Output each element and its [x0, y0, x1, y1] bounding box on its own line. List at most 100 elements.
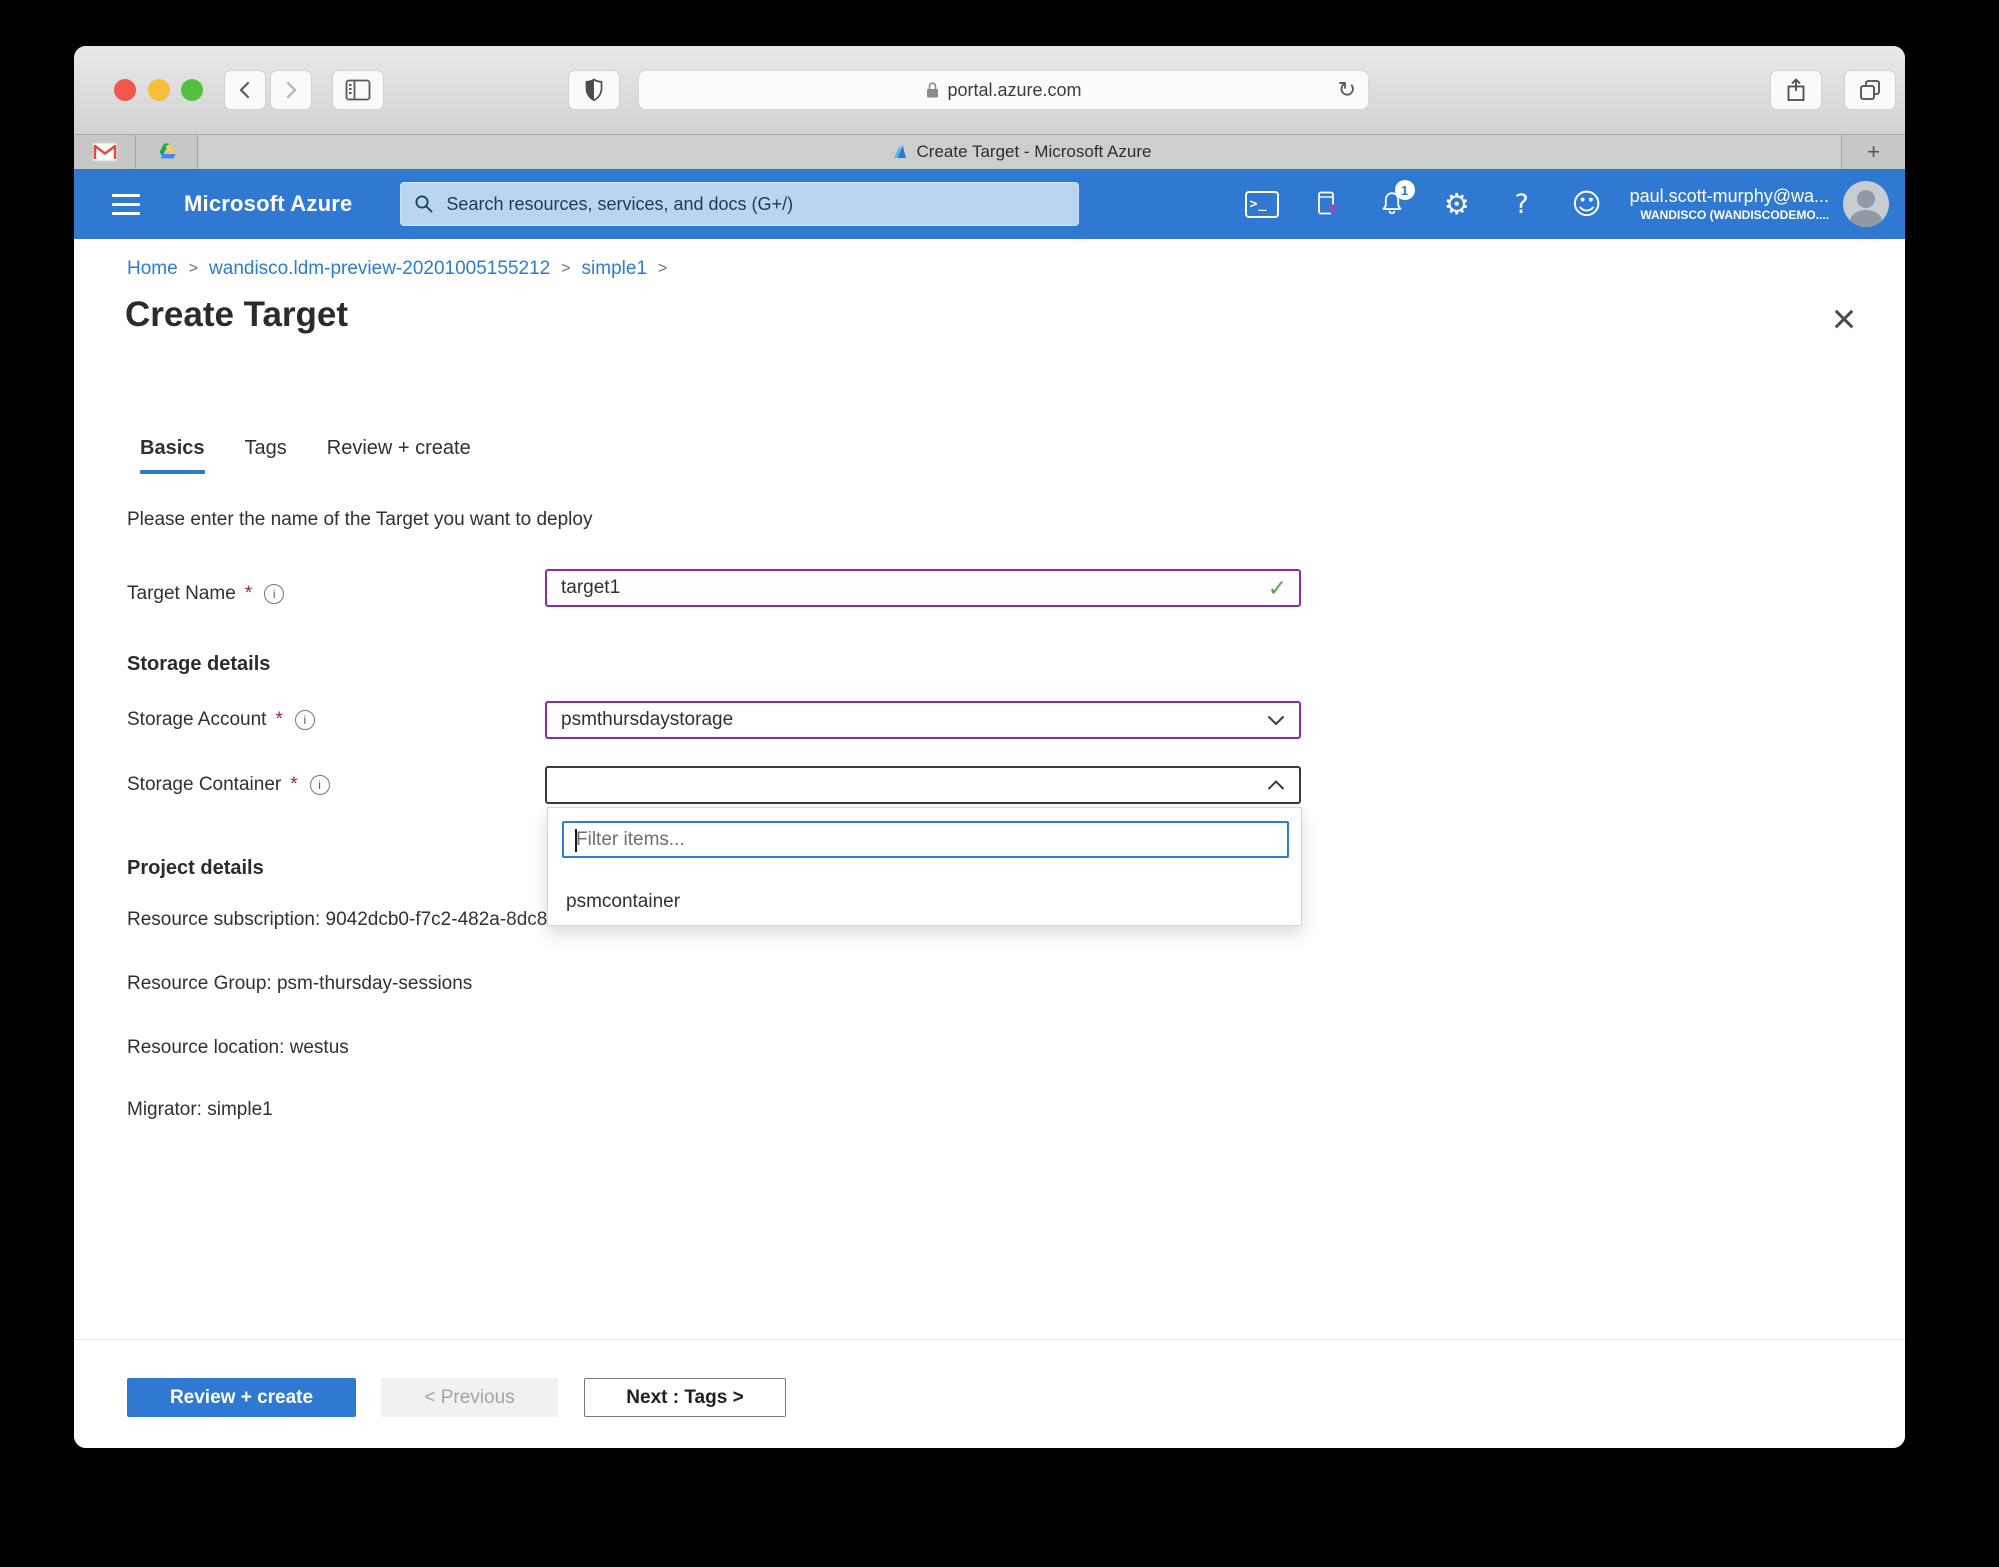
plus-icon: +: [1867, 139, 1880, 165]
notifications-button[interactable]: 1: [1375, 187, 1409, 221]
back-button[interactable]: [224, 70, 266, 110]
azure-favicon: [888, 142, 908, 162]
info-icon[interactable]: i: [264, 584, 284, 604]
storage-account-value: psmthursdaystorage: [561, 709, 733, 731]
wizard-tabs: Basics Tags Review + create: [140, 437, 471, 474]
next-tags-button[interactable]: Next : Tags >: [584, 1378, 786, 1417]
create-target-blade: Home > wandisco.ldm-preview-202010051552…: [74, 239, 1905, 1448]
directory-filter-icon: [1313, 190, 1341, 218]
breadcrumb: Home > wandisco.ldm-preview-202010051552…: [127, 255, 678, 283]
project-details-heading: Project details: [127, 857, 264, 880]
breadcrumb-home-link[interactable]: Home: [127, 258, 178, 280]
storage-container-select[interactable]: [545, 766, 1301, 804]
url-text: portal.azure.com: [947, 80, 1081, 101]
resource-group-line: Resource Group: psm-thursday-sessions: [127, 971, 472, 997]
help-button[interactable]: ?: [1505, 187, 1539, 221]
smiley-icon: ☺: [1572, 190, 1602, 219]
forward-button[interactable]: [270, 70, 312, 110]
new-tab-button[interactable]: +: [1841, 135, 1905, 169]
review-create-button[interactable]: Review + create: [127, 1378, 356, 1417]
browser-toolbar: portal.azure.com ↻: [74, 46, 1905, 135]
tab-title: Create Target - Microsoft Azure: [917, 142, 1152, 162]
close-blade-button[interactable]: ×: [1822, 297, 1866, 341]
required-asterisk: *: [275, 709, 282, 731]
user-email: paul.scott-murphy@wa...: [1630, 185, 1829, 208]
info-icon[interactable]: i: [310, 775, 330, 795]
active-browser-tab[interactable]: Create Target - Microsoft Azure: [198, 135, 1841, 169]
target-name-input-wrap: ✓: [545, 569, 1301, 607]
text-caret: [575, 829, 577, 852]
breadcrumb-separator: >: [647, 260, 678, 278]
storage-account-label: Storage Account* i: [127, 701, 315, 739]
azure-brand[interactable]: Microsoft Azure: [184, 191, 352, 217]
share-icon: [1785, 77, 1807, 103]
address-bar[interactable]: portal.azure.com ↻: [638, 70, 1369, 110]
target-name-input[interactable]: [559, 576, 1268, 600]
valid-check-icon: ✓: [1268, 575, 1287, 602]
sidebar-toggle-button[interactable]: [332, 70, 384, 110]
tab-review-create[interactable]: Review + create: [327, 437, 471, 474]
azure-top-nav: Microsoft Azure >_: [74, 169, 1905, 239]
dropdown-option-psmcontainer[interactable]: psmcontainer: [562, 887, 684, 917]
chevron-down-icon: [1267, 715, 1285, 726]
window-minimize-button[interactable]: [148, 79, 170, 101]
resource-subscription-text: Resource subscription: 9042dcb0-f7c2-482…: [127, 909, 500, 931]
tabs-overview-icon: [1858, 78, 1882, 102]
global-search[interactable]: [400, 182, 1079, 226]
breadcrumb-migrator-resource-link[interactable]: wandisco.ldm-preview-20201005155212: [209, 258, 550, 280]
shield-icon: [584, 78, 604, 102]
tab-tags[interactable]: Tags: [245, 437, 287, 474]
browser-window: portal.azure.com ↻: [74, 46, 1905, 1448]
google-drive-icon: [155, 141, 179, 163]
help-icon: ?: [1514, 191, 1528, 218]
window-zoom-button[interactable]: [181, 79, 203, 101]
avatar-body: [1850, 210, 1882, 227]
previous-button[interactable]: < Previous: [381, 1378, 558, 1417]
filter-input-wrap: [562, 821, 1289, 858]
close-icon: ×: [1832, 298, 1857, 340]
tab-bar: Create Target - Microsoft Azure +: [74, 135, 1905, 169]
resource-location-line: Resource location: westus: [127, 1035, 349, 1061]
avatar[interactable]: [1843, 181, 1889, 227]
storage-container-dropdown: psmcontainer: [547, 807, 1302, 926]
feedback-button[interactable]: ☺: [1570, 187, 1604, 221]
directory-filter-button[interactable]: [1310, 187, 1344, 221]
sidebar-icon: [345, 79, 371, 101]
info-icon[interactable]: i: [295, 710, 315, 730]
reload-icon[interactable]: ↻: [1338, 77, 1356, 103]
hamburger-menu-icon[interactable]: [112, 194, 140, 215]
cloud-shell-button[interactable]: >_: [1245, 187, 1279, 221]
nav-icon-group: >_ 1 ⚙ ?: [1245, 187, 1604, 221]
user-tenant: WANDISCO (WANDISCODEMO....: [1630, 208, 1829, 223]
chevron-up-icon: [1267, 780, 1285, 791]
account-info[interactable]: paul.scott-murphy@wa... WANDISCO (WANDIS…: [1630, 185, 1829, 223]
cloud-shell-icon: >_: [1245, 191, 1279, 218]
back-chevron-icon: [236, 80, 254, 100]
breadcrumb-separator: >: [550, 260, 581, 278]
intro-text: Please enter the name of the Target you …: [127, 509, 592, 531]
filter-items-input[interactable]: [574, 828, 1277, 852]
required-asterisk: *: [290, 774, 297, 796]
required-asterisk: *: [245, 583, 252, 605]
search-icon: [414, 194, 434, 214]
search-input[interactable]: [444, 193, 1065, 216]
notification-badge: 1: [1395, 180, 1415, 200]
privacy-report-button[interactable]: [568, 70, 620, 110]
tls-lock-icon: [925, 81, 940, 99]
gmail-icon: [92, 142, 118, 162]
pinned-tab-google-drive[interactable]: [136, 135, 198, 169]
breadcrumb-simple1-link[interactable]: simple1: [582, 258, 647, 280]
window-close-button[interactable]: [114, 79, 136, 101]
settings-button[interactable]: ⚙: [1440, 187, 1474, 221]
storage-account-select[interactable]: psmthursdaystorage: [545, 701, 1301, 739]
tab-overview-button[interactable]: [1844, 70, 1896, 110]
footer-divider: [74, 1339, 1905, 1340]
pinned-tab-gmail[interactable]: [74, 135, 136, 169]
storage-details-heading: Storage details: [127, 653, 270, 676]
migrator-line: Migrator: simple1: [127, 1097, 273, 1123]
tab-basics[interactable]: Basics: [140, 437, 205, 474]
forward-chevron-icon: [282, 80, 300, 100]
gear-icon: ⚙: [1444, 190, 1470, 219]
share-button[interactable]: [1770, 70, 1822, 110]
avatar-head: [1857, 190, 1875, 208]
